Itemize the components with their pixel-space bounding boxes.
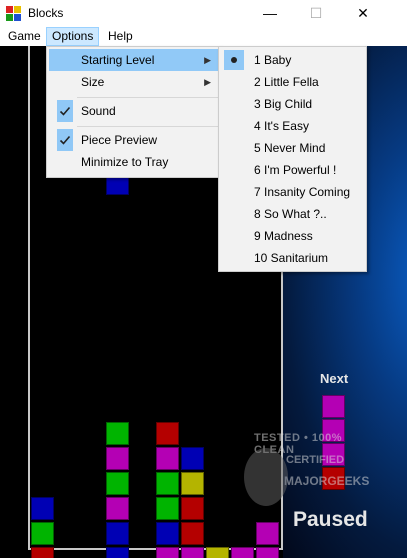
title-bar: Blocks — ☐ ✕ <box>0 0 407 27</box>
menu-item-label: Sound <box>81 104 116 118</box>
level-item-9[interactable]: 9 Madness <box>221 225 364 247</box>
block-green <box>156 497 179 520</box>
menu-item-sound[interactable]: Sound <box>49 100 218 122</box>
level-item-label: 4 It's Easy <box>254 119 309 133</box>
level-item-1[interactable]: 1 Baby <box>221 49 364 71</box>
watermark-line-1: TESTED • 100% CLEAN <box>254 432 342 456</box>
block-blue <box>106 522 129 545</box>
app-icon <box>6 6 22 22</box>
block-red <box>31 547 54 558</box>
block-magenta <box>156 547 179 558</box>
level-item-label: 6 I'm Powerful ! <box>254 163 337 177</box>
block-red <box>181 522 204 545</box>
level-item-4[interactable]: 4 It's Easy <box>221 115 364 137</box>
paused-status: Paused <box>293 508 368 531</box>
maximize-button[interactable]: ☐ <box>293 0 339 27</box>
level-item-label: 2 Little Fella <box>254 75 319 89</box>
checkmark-icon <box>57 100 73 122</box>
menu-item-label: Size <box>81 75 105 89</box>
menu-bar: Game Options Help <box>0 27 407 46</box>
block-green <box>31 522 54 545</box>
watermark-face-icon <box>244 448 288 506</box>
options-menu-dropdown: Starting Level ▶ Size ▶ Sound Piece Prev… <box>46 46 221 178</box>
next-block-magenta <box>322 395 345 418</box>
level-item-6[interactable]: 6 I'm Powerful ! <box>221 159 364 181</box>
menu-item-label: Piece Preview <box>81 133 158 147</box>
next-label: Next <box>320 371 349 386</box>
checkmark-icon <box>57 129 73 151</box>
level-item-10[interactable]: 10 Sanitarium <box>221 247 364 269</box>
watermark-line-2: CERTIFIED <box>286 454 345 466</box>
level-item-2[interactable]: 2 Little Fella <box>221 71 364 93</box>
window-title: Blocks <box>28 6 64 20</box>
block-magenta <box>231 547 254 558</box>
block-magenta <box>106 447 129 470</box>
level-item-label: 9 Madness <box>254 229 313 243</box>
block-blue <box>181 447 204 470</box>
level-item-label: 7 Insanity Coming <box>254 185 351 199</box>
level-item-8[interactable]: 8 So What ?.. <box>221 203 364 225</box>
level-item-label: 10 Sanitarium <box>254 251 329 265</box>
menu-item-label: Minimize to Tray <box>81 155 169 169</box>
submenu-arrow-icon: ▶ <box>204 55 211 65</box>
level-item-7[interactable]: 7 Insanity Coming <box>221 181 364 203</box>
submenu-arrow-icon: ▶ <box>204 77 211 87</box>
level-item-5[interactable]: 5 Never Mind <box>221 137 364 159</box>
block-yellow <box>181 472 204 495</box>
menu-game[interactable]: Game <box>3 27 46 46</box>
block-red <box>156 422 179 445</box>
block-red <box>181 497 204 520</box>
menu-item-label: Starting Level <box>81 53 155 67</box>
minimize-button[interactable]: — <box>247 0 293 27</box>
level-item-label: 1 Baby <box>254 53 292 67</box>
menu-item-size[interactable]: Size ▶ <box>49 71 218 93</box>
block-magenta <box>156 447 179 470</box>
block-yellow <box>206 547 229 558</box>
block-blue <box>106 547 129 558</box>
block-magenta <box>106 497 129 520</box>
menu-item-starting-level[interactable]: Starting Level ▶ <box>49 49 218 71</box>
block-green <box>106 472 129 495</box>
radio-dot-icon <box>224 50 244 70</box>
menu-item-minimize-to-tray[interactable]: Minimize to Tray <box>49 151 218 173</box>
menu-item-piece-preview[interactable]: Piece Preview <box>49 129 218 151</box>
block-blue <box>156 522 179 545</box>
level-item-label: 3 Big Child <box>254 97 313 111</box>
watermark-line-3: MAJORGEEKS <box>284 474 370 488</box>
block-green <box>106 422 129 445</box>
level-item-label: 5 Never Mind <box>254 141 326 155</box>
menu-options[interactable]: Options <box>46 27 100 46</box>
menu-separator <box>77 97 218 98</box>
menu-separator <box>77 126 218 127</box>
block-magenta <box>256 547 279 558</box>
starting-level-submenu: 1 Baby 2 Little Fella 3 Big Child 4 It's Ea… <box>218 46 367 272</box>
level-item-3[interactable]: 3 Big Child <box>221 93 364 115</box>
block-green <box>156 472 179 495</box>
level-item-label: 8 So What ?.. <box>254 207 327 221</box>
close-button[interactable]: ✕ <box>340 0 386 27</box>
menu-help[interactable]: Help <box>103 27 138 46</box>
block-magenta <box>181 547 204 558</box>
block-blue <box>31 497 54 520</box>
